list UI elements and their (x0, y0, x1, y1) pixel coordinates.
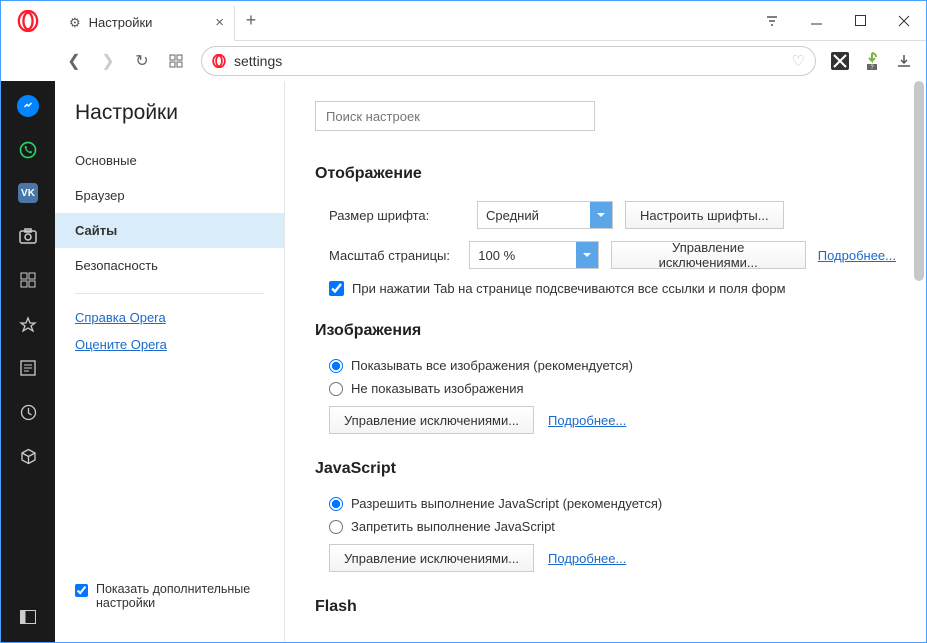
sidebar-link-rate[interactable]: Оцените Opera (75, 337, 167, 352)
back-button[interactable]: ❮ (59, 46, 89, 76)
sidebar-title: Настройки (55, 101, 284, 143)
easy-setup-icon[interactable] (750, 1, 794, 40)
images-exceptions-button[interactable]: Управление исключениями... (329, 406, 534, 434)
show-advanced-checkbox[interactable]: Показать дополнительные настройки (55, 570, 284, 622)
images-hide-radio[interactable]: Не показывать изображения (315, 381, 896, 396)
js-allow-radio[interactable]: Разрешить выполнение JavaScript (рекомен… (315, 496, 896, 511)
sidebar-toggle-icon[interactable] (17, 606, 39, 628)
downloads-icon[interactable] (890, 47, 918, 75)
site-info-icon[interactable] (212, 54, 226, 68)
left-rail: VK (1, 81, 55, 642)
browser-tab[interactable]: ⚙ Настройки × (55, 5, 235, 41)
address-bar[interactable]: ♡ (201, 46, 816, 76)
opera-menu-button[interactable] (1, 1, 55, 41)
news-rail-icon[interactable] (17, 357, 39, 379)
speed-dial-button[interactable] (161, 46, 191, 76)
customize-fonts-button[interactable]: Настроить шрифты... (625, 201, 784, 229)
extension-adblock-icon[interactable] (826, 47, 854, 75)
snapshot-icon[interactable] (17, 225, 39, 247)
section-js-heading: JavaScript (315, 460, 896, 478)
images-show-radio[interactable]: Показывать все изображения (рекомендуетс… (315, 358, 896, 373)
sidebar-item-browser[interactable]: Браузер (55, 178, 284, 213)
bookmarks-rail-icon[interactable] (17, 313, 39, 335)
settings-sidebar: Настройки Основные Браузер Сайты Безопас… (55, 81, 285, 642)
zoom-exceptions-button[interactable]: Управление исключениями... (611, 241, 806, 269)
font-size-select[interactable]: Средний (477, 201, 613, 229)
gear-icon: ⚙ (69, 15, 81, 31)
reload-button[interactable]: ↻ (127, 46, 157, 76)
sidebar-link-help[interactable]: Справка Opera (75, 310, 166, 325)
sidebar-item-basic[interactable]: Основные (55, 143, 284, 178)
vk-icon[interactable]: VK (18, 183, 38, 203)
font-size-label: Размер шрифта: (329, 208, 465, 223)
page-zoom-label: Масштаб страницы: (329, 248, 457, 263)
whatsapp-icon[interactable] (17, 139, 39, 161)
new-tab-button[interactable]: + (235, 1, 267, 41)
maximize-button[interactable] (838, 1, 882, 40)
tab-highlight-checkbox[interactable]: При нажатии Tab на странице подсвечивают… (315, 281, 896, 296)
messenger-icon[interactable] (17, 95, 39, 117)
images-learn-more-link[interactable]: Подробнее... (548, 413, 626, 428)
section-flash-heading: Flash (315, 598, 896, 616)
sidebar-item-privacy[interactable]: Безопасность (55, 248, 284, 283)
extensions-rail-icon[interactable] (17, 445, 39, 467)
section-images-heading: Изображения (315, 322, 896, 340)
scrollbar[interactable] (914, 81, 924, 601)
address-input[interactable] (234, 53, 784, 69)
tab-title: Настройки (89, 15, 153, 30)
settings-content: Отображение Размер шрифта: Средний Настр… (285, 81, 926, 642)
speeddial-rail-icon[interactable] (17, 269, 39, 291)
extension-savefrom-icon[interactable]: ? (858, 47, 886, 75)
settings-search-input[interactable] (315, 101, 595, 131)
scrollbar-thumb[interactable] (914, 81, 924, 281)
zoom-learn-more-link[interactable]: Подробнее... (818, 248, 896, 263)
section-display-heading: Отображение (315, 165, 896, 183)
show-advanced-input[interactable] (75, 584, 88, 597)
page-zoom-select[interactable]: 100 % (469, 241, 598, 269)
forward-button[interactable]: ❯ (93, 46, 123, 76)
close-window-button[interactable] (882, 1, 926, 40)
history-rail-icon[interactable] (17, 401, 39, 423)
close-tab-icon[interactable]: × (215, 14, 224, 31)
js-block-radio[interactable]: Запретить выполнение JavaScript (315, 519, 896, 534)
bookmark-icon[interactable]: ♡ (792, 52, 805, 70)
js-exceptions-button[interactable]: Управление исключениями... (329, 544, 534, 572)
sidebar-item-websites[interactable]: Сайты (55, 213, 284, 248)
js-learn-more-link[interactable]: Подробнее... (548, 551, 626, 566)
minimize-button[interactable] (794, 1, 838, 40)
